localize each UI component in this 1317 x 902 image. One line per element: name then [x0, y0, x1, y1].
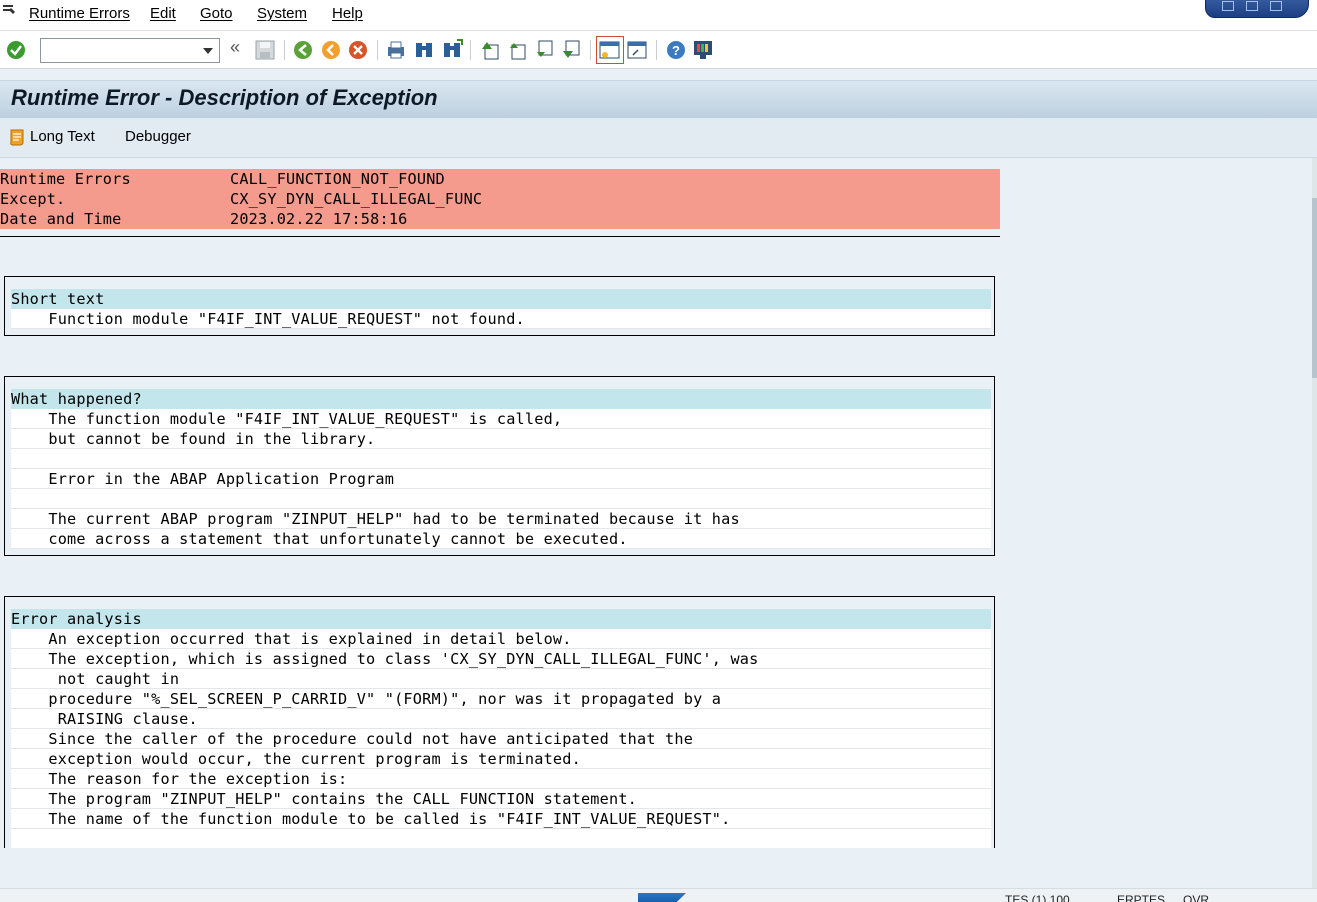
back-icon[interactable] — [292, 39, 314, 61]
section-error-analysis: Error analysis An exception occurred tha… — [4, 596, 995, 848]
find-icon[interactable] — [413, 39, 435, 61]
standard-toolbar: « ? — [0, 31, 1317, 69]
previous-page-icon[interactable] — [506, 39, 528, 61]
long-text-icon[interactable] — [8, 127, 28, 147]
minimize-icon[interactable] — [1222, 1, 1234, 11]
section-line: RAISING clause. — [11, 709, 991, 729]
maximize-icon[interactable] — [1246, 1, 1258, 11]
header-row-exception: Except. CX_SY_DYN_CALL_ILLEGAL_FUNC — [0, 189, 1000, 209]
menu-runtime-errors[interactable]: Runtime Errors — [29, 5, 130, 22]
enter-icon[interactable] — [5, 39, 27, 61]
cancel-icon[interactable] — [347, 39, 369, 61]
shortcut-icon[interactable] — [626, 39, 648, 61]
status-mode[interactable]: OVR — [1183, 893, 1209, 902]
header-divider — [0, 236, 1000, 237]
chevron-down-icon[interactable] — [203, 48, 213, 54]
section-line: The name of the function module to be ca… — [11, 809, 991, 829]
toolbar-separator — [377, 40, 378, 60]
section-heading: Short text — [11, 289, 991, 309]
print-icon[interactable] — [385, 39, 407, 61]
application-toolbar: Long Text Debugger — [0, 118, 1317, 158]
section-line: come across a statement that unfortunate… — [11, 529, 991, 549]
save-icon[interactable] — [254, 39, 276, 61]
header-value: CALL_FUNCTION_NOT_FOUND — [230, 170, 445, 188]
section-line: not caught in — [11, 669, 991, 689]
next-page-icon[interactable] — [533, 39, 555, 61]
svg-text:?: ? — [672, 43, 680, 58]
customize-layout-icon[interactable] — [692, 39, 714, 61]
help-icon[interactable]: ? — [665, 39, 687, 61]
section-line: procedure "%_SEL_SCREEN_P_CARRID_V" "(FO… — [11, 689, 991, 709]
section-heading: What happened? — [11, 389, 991, 409]
section-line: The function module "F4IF_INT_VALUE_REQU… — [11, 409, 991, 429]
header-key: Runtime Errors — [0, 170, 131, 188]
find-next-icon[interactable] — [441, 39, 463, 61]
section-line — [11, 449, 991, 469]
menu-goto[interactable]: Goto — [200, 5, 233, 22]
vertical-scrollbar[interactable] — [1312, 158, 1317, 888]
section-line — [11, 489, 991, 509]
command-field[interactable] — [40, 38, 220, 63]
menu-edit[interactable]: Edit — [150, 5, 176, 22]
page-title: Runtime Error - Description of Exception — [11, 85, 438, 110]
section-heading: Error analysis — [11, 609, 991, 629]
window-controls — [1205, 0, 1309, 18]
header-key: Date and Time — [0, 210, 122, 228]
section-line: but cannot be found in the library. — [11, 429, 991, 449]
toolbar-separator — [590, 40, 591, 60]
section-short-text: Short text Function module "F4IF_INT_VAL… — [4, 276, 995, 336]
last-page-icon[interactable] — [560, 39, 582, 61]
section-line: Function module "F4IF_INT_VALUE_REQUEST"… — [11, 309, 991, 329]
toolbar-separator — [284, 40, 285, 60]
toolbar-separator — [470, 40, 471, 60]
header-value: CX_SY_DYN_CALL_ILLEGAL_FUNC — [230, 190, 483, 208]
menu-system[interactable]: System — [257, 5, 307, 22]
section-line: The reason for the exception is: — [11, 769, 991, 789]
menu-help[interactable]: Help — [332, 5, 363, 22]
collapse-icon[interactable]: « — [230, 37, 252, 59]
sap-logo — [638, 893, 686, 902]
header-row-runtime-errors: Runtime Errors CALL_FUNCTION_NOT_FOUND — [0, 169, 1000, 189]
title-bar: Runtime Error - Description of Exception — [0, 80, 1317, 118]
error-content: Runtime Errors CALL_FUNCTION_NOT_FOUND E… — [0, 158, 1312, 848]
toolbar-separator — [656, 40, 657, 60]
long-text-button[interactable]: Long Text — [30, 128, 95, 145]
section-line: exception would occur, the current progr… — [11, 749, 991, 769]
header-key: Except. — [0, 190, 66, 208]
status-bar: TES (1) 100 ERPTES OVR — [0, 888, 1317, 902]
section-what-happened: What happened? The function module "F4IF… — [4, 376, 995, 556]
debugger-button[interactable]: Debugger — [125, 128, 191, 145]
header-row-date-time: Date and Time 2023.02.22 17:58:16 — [0, 209, 1000, 229]
status-server: ERPTES — [1117, 893, 1166, 902]
exit-icon[interactable] — [320, 39, 342, 61]
section-line — [11, 829, 991, 848]
close-icon[interactable] — [1270, 1, 1282, 11]
menu-bar: Runtime Errors Edit Goto System Help — [0, 0, 1317, 31]
section-line: An exception occurred that is explained … — [11, 629, 991, 649]
scrollbar-thumb[interactable] — [1312, 198, 1317, 378]
header-value: 2023.02.22 17:58:16 — [230, 210, 408, 228]
section-line: The current ABAP program "ZINPUT_HELP" h… — [11, 509, 991, 529]
section-line: The program "ZINPUT_HELP" contains the C… — [11, 789, 991, 809]
first-page-icon[interactable] — [479, 39, 501, 61]
status-system[interactable]: TES (1) 100 — [1005, 893, 1070, 902]
section-line: The exception, which is assigned to clas… — [11, 649, 991, 669]
section-line: Since the caller of the procedure could … — [11, 729, 991, 749]
section-line: Error in the ABAP Application Program — [11, 469, 991, 489]
system-menu-icon[interactable] — [2, 3, 16, 17]
create-session-icon[interactable] — [596, 36, 624, 64]
